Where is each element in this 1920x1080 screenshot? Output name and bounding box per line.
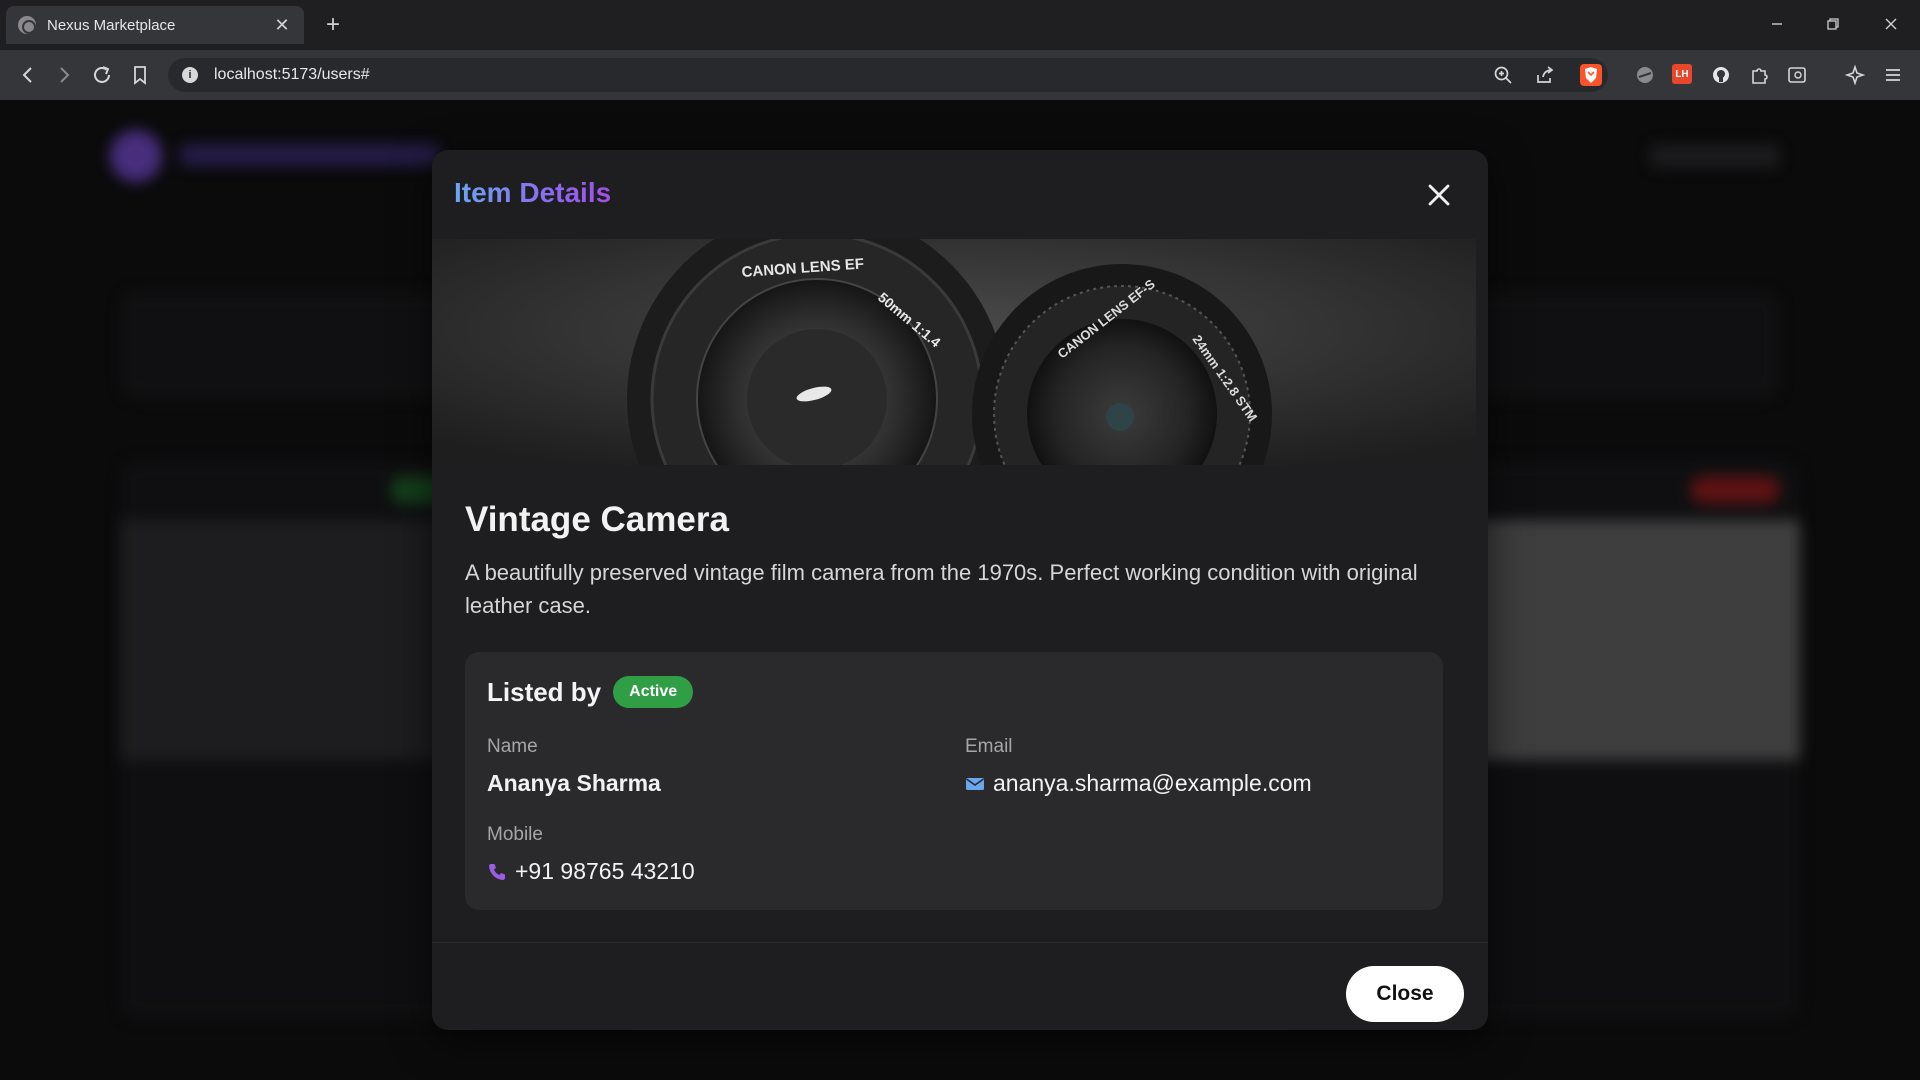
app-brand-placeholder: [180, 144, 440, 166]
url-text: localhost:5173/users#: [214, 66, 370, 83]
restore-icon[interactable]: [1818, 10, 1848, 40]
owner-email[interactable]: ananya.sharma@example.com: [993, 770, 1312, 797]
menu-icon[interactable]: [1882, 64, 1904, 86]
close-icon[interactable]: [1424, 180, 1454, 210]
owner-name: Ananya Sharma: [487, 770, 661, 796]
browser-tab[interactable]: Nexus Marketplace ✕: [6, 6, 304, 44]
app-logo: [110, 130, 162, 182]
modal-title: Item Details: [454, 177, 612, 208]
window-close-icon[interactable]: [1876, 10, 1906, 40]
close-button[interactable]: Close: [1346, 966, 1464, 1022]
extension-circle-icon[interactable]: [1634, 64, 1656, 86]
item-details-modal: Item Details CANON LENS EF 50mm 1:1.4 CA…: [432, 150, 1488, 1030]
address-bar[interactable]: i localhost:5173/users#: [168, 58, 1608, 92]
tab-close-icon[interactable]: ✕: [272, 15, 292, 35]
item-name: Vintage Camera: [465, 500, 729, 539]
reload-icon[interactable]: [88, 61, 116, 89]
owner-name-field: Name Ananya Sharma: [487, 736, 661, 797]
modal-header: Item Details: [432, 150, 1488, 239]
minimize-icon[interactable]: [1762, 10, 1792, 40]
phone-icon: [487, 862, 507, 882]
forward-icon[interactable]: [50, 61, 78, 89]
header-action-placeholder: [1650, 144, 1780, 168]
tab-title: Nexus Marketplace: [47, 16, 176, 34]
github-extension-icon[interactable]: [1710, 64, 1732, 86]
mail-icon: [965, 776, 985, 792]
item-image: CANON LENS EF 50mm 1:1.4 CANON LENS EF-S…: [432, 239, 1476, 465]
zoom-icon[interactable]: [1492, 64, 1514, 86]
owner-mobile[interactable]: +91 98765 43210: [515, 858, 695, 885]
email-label: Email: [965, 736, 1013, 757]
lighthouse-extension-icon[interactable]: LH: [1672, 64, 1692, 84]
status-badge: Active: [613, 676, 694, 708]
modal-footer-divider: [432, 942, 1488, 943]
site-info-icon[interactable]: i: [182, 67, 198, 83]
share-icon[interactable]: [1534, 64, 1556, 86]
browser-tab-bar: Nexus Marketplace ✕ +: [0, 0, 1920, 50]
leo-ai-icon[interactable]: [1844, 64, 1866, 86]
owner-mobile-field: Mobile +91 98765 43210: [487, 824, 695, 885]
bookmark-icon[interactable]: [126, 61, 154, 89]
listed-by-heading: Listed by: [487, 676, 602, 707]
item-info: Vintage Camera A beautifully preserved v…: [465, 500, 1443, 622]
new-tab-button[interactable]: +: [320, 12, 346, 38]
browser-toolbar: i localhost:5173/users# LH: [0, 50, 1920, 100]
listed-by-card: Listed by Active Name Ananya Sharma Emai…: [465, 652, 1443, 910]
back-icon[interactable]: [14, 61, 42, 89]
mobile-label: Mobile: [487, 824, 543, 845]
globe-icon: [18, 16, 36, 34]
owner-email-field: Email ananya.sharma@example.com: [965, 736, 1312, 797]
extensions-puzzle-icon[interactable]: [1748, 64, 1770, 86]
name-label: Name: [487, 736, 538, 757]
item-description: A beautifully preserved vintage film cam…: [465, 560, 1418, 618]
brave-shields-icon[interactable]: [1580, 64, 1602, 86]
sidebar-icon[interactable]: [1786, 64, 1808, 86]
